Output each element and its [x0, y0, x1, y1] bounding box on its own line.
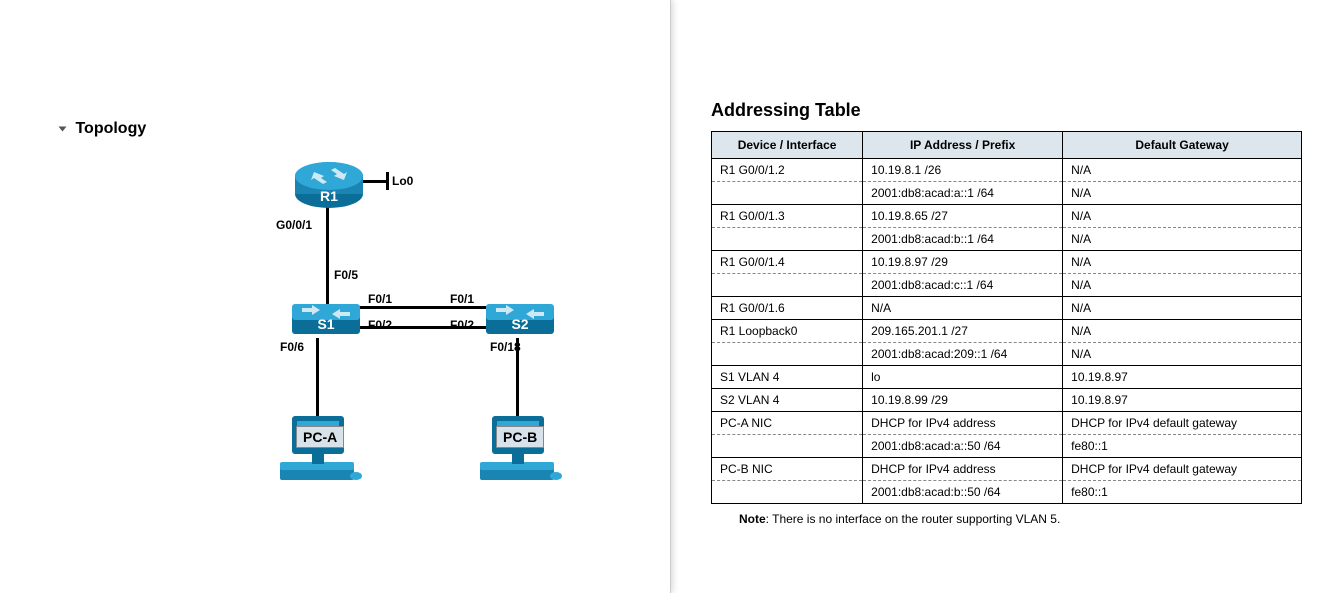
table-cell: [712, 274, 863, 297]
table-cell: 10.19.8.65 /27: [863, 205, 1063, 228]
table-cell: S1 VLAN 4: [712, 366, 863, 389]
table-cell: fe80::1: [1063, 435, 1302, 458]
table-cell: 2001:db8:acad:a::1 /64: [863, 182, 1063, 205]
table-header-row: Device / Interface IP Address / Prefix D…: [712, 132, 1302, 159]
table-cell: N/A: [1063, 159, 1302, 182]
table-row: 2001:db8:acad:c::1 /64N/A: [712, 274, 1302, 297]
table-cell: N/A: [1063, 228, 1302, 251]
table-cell: R1 Loopback0: [712, 320, 863, 343]
table-cell: N/A: [1063, 274, 1302, 297]
pc-a: PC-A: [272, 410, 362, 494]
table-cell: S2 VLAN 4: [712, 389, 863, 412]
table-cell: DHCP for IPv4 default gateway: [1063, 412, 1302, 435]
link-s1-s2-top: [358, 306, 488, 309]
table-cell: N/A: [1063, 251, 1302, 274]
table-row: S2 VLAN 410.19.8.99 /2910.19.8.97: [712, 389, 1302, 412]
table-cell: lo: [863, 366, 1063, 389]
topology-diagram: R1 Lo0 G0/0/1 F0/5 S1: [200, 158, 620, 518]
col-ip: IP Address / Prefix: [863, 132, 1063, 159]
topology-heading-text: Topology: [75, 120, 146, 137]
table-row: 2001:db8:acad:a::1 /64N/A: [712, 182, 1302, 205]
table-row: 2001:db8:acad:b::1 /64N/A: [712, 228, 1302, 251]
table-cell: R1 G0/0/1.2: [712, 159, 863, 182]
table-row: 2001:db8:acad:b::50 /64fe80::1: [712, 481, 1302, 504]
table-cell: DHCP for IPv4 address: [863, 458, 1063, 481]
table-row: R1 G0/0/1.410.19.8.97 /29N/A: [712, 251, 1302, 274]
table-cell: [712, 435, 863, 458]
table-row: PC-B NICDHCP for IPv4 addressDHCP for IP…: [712, 458, 1302, 481]
table-row: S1 VLAN 4lo10.19.8.97: [712, 366, 1302, 389]
pc-a-label: PC-A: [296, 426, 344, 448]
table-cell: 10.19.8.97: [1063, 366, 1302, 389]
table-cell: 10.19.8.99 /29: [863, 389, 1063, 412]
table-cell: 10.19.8.1 /26: [863, 159, 1063, 182]
table-cell: 10.19.8.97 /29: [863, 251, 1063, 274]
table-cell: R1 G0/0/1.3: [712, 205, 863, 228]
table-cell: 209.165.201.1 /27: [863, 320, 1063, 343]
switch-s2: S2: [484, 298, 556, 338]
table-cell: PC-A NIC: [712, 412, 863, 435]
note-text: : There is no interface on the router su…: [766, 512, 1061, 526]
table-cell: N/A: [1063, 343, 1302, 366]
table-cell: R1 G0/0/1.6: [712, 297, 863, 320]
table-row: R1 G0/0/1.210.19.8.1 /26N/A: [712, 159, 1302, 182]
page: Topology: [0, 0, 1342, 593]
addressing-pane: Addressing Table Device / Interface IP A…: [671, 0, 1342, 593]
table-cell: 2001:db8:acad:c::1 /64: [863, 274, 1063, 297]
table-cell: [712, 182, 863, 205]
link-r1-lo0-v: [386, 172, 389, 190]
label-s2-f02: F0/2: [450, 318, 474, 332]
table-row: R1 Loopback0209.165.201.1 /27N/A: [712, 320, 1302, 343]
table-cell: PC-B NIC: [712, 458, 863, 481]
label-s1-f06: F0/6: [280, 340, 304, 354]
table-cell: N/A: [1063, 182, 1302, 205]
table-cell: [712, 343, 863, 366]
note-prefix: Note: [739, 512, 766, 526]
table-cell: [712, 228, 863, 251]
label-lo0: Lo0: [392, 174, 413, 188]
label-s2-f018: F0/18: [490, 340, 521, 354]
table-cell: R1 G0/0/1.4: [712, 251, 863, 274]
table-cell: DHCP for IPv4 address: [863, 412, 1063, 435]
addressing-heading: Addressing Table: [711, 100, 1302, 121]
pc-b: PC-B: [472, 410, 562, 494]
table-cell: 2001:db8:acad:209::1 /64: [863, 343, 1063, 366]
label-f05: F0/5: [334, 268, 358, 282]
link-s1-pca: [316, 338, 319, 418]
topology-pane: Topology: [0, 0, 671, 593]
switch-s1-label: S1: [290, 316, 362, 332]
col-gw: Default Gateway: [1063, 132, 1302, 159]
addressing-table: Device / Interface IP Address / Prefix D…: [711, 131, 1302, 504]
table-row: 2001:db8:acad:a::50 /64fe80::1: [712, 435, 1302, 458]
table-cell: N/A: [863, 297, 1063, 320]
table-row: 2001:db8:acad:209::1 /64N/A: [712, 343, 1302, 366]
table-row: PC-A NICDHCP for IPv4 addressDHCP for IP…: [712, 412, 1302, 435]
table-cell: 10.19.8.97: [1063, 389, 1302, 412]
table-cell: fe80::1: [1063, 481, 1302, 504]
table-cell: 2001:db8:acad:a::50 /64: [863, 435, 1063, 458]
link-r1-s1: [326, 206, 329, 304]
table-cell: N/A: [1063, 297, 1302, 320]
pc-b-label: PC-B: [496, 426, 544, 448]
label-s2-f01: F0/1: [450, 292, 474, 306]
table-cell: 2001:db8:acad:b::1 /64: [863, 228, 1063, 251]
table-cell: 2001:db8:acad:b::50 /64: [863, 481, 1063, 504]
table-cell: N/A: [1063, 205, 1302, 228]
label-s1-f01: F0/1: [368, 292, 392, 306]
table-row: R1 G0/0/1.310.19.8.65 /27N/A: [712, 205, 1302, 228]
table-note: Note: There is no interface on the route…: [739, 512, 1302, 526]
switch-s2-label: S2: [484, 316, 556, 332]
table-cell: N/A: [1063, 320, 1302, 343]
label-g001: G0/0/1: [276, 218, 312, 232]
topology-heading: Topology: [60, 120, 640, 138]
router-r1-label: R1: [292, 188, 366, 204]
router-r1: R1: [292, 158, 366, 210]
table-cell: [712, 481, 863, 504]
table-row: R1 G0/0/1.6N/AN/A: [712, 297, 1302, 320]
col-device: Device / Interface: [712, 132, 863, 159]
table-cell: DHCP for IPv4 default gateway: [1063, 458, 1302, 481]
switch-s1: S1: [290, 298, 362, 338]
label-s1-f02: F0/2: [368, 318, 392, 332]
collapse-triangle-icon[interactable]: [59, 126, 67, 131]
